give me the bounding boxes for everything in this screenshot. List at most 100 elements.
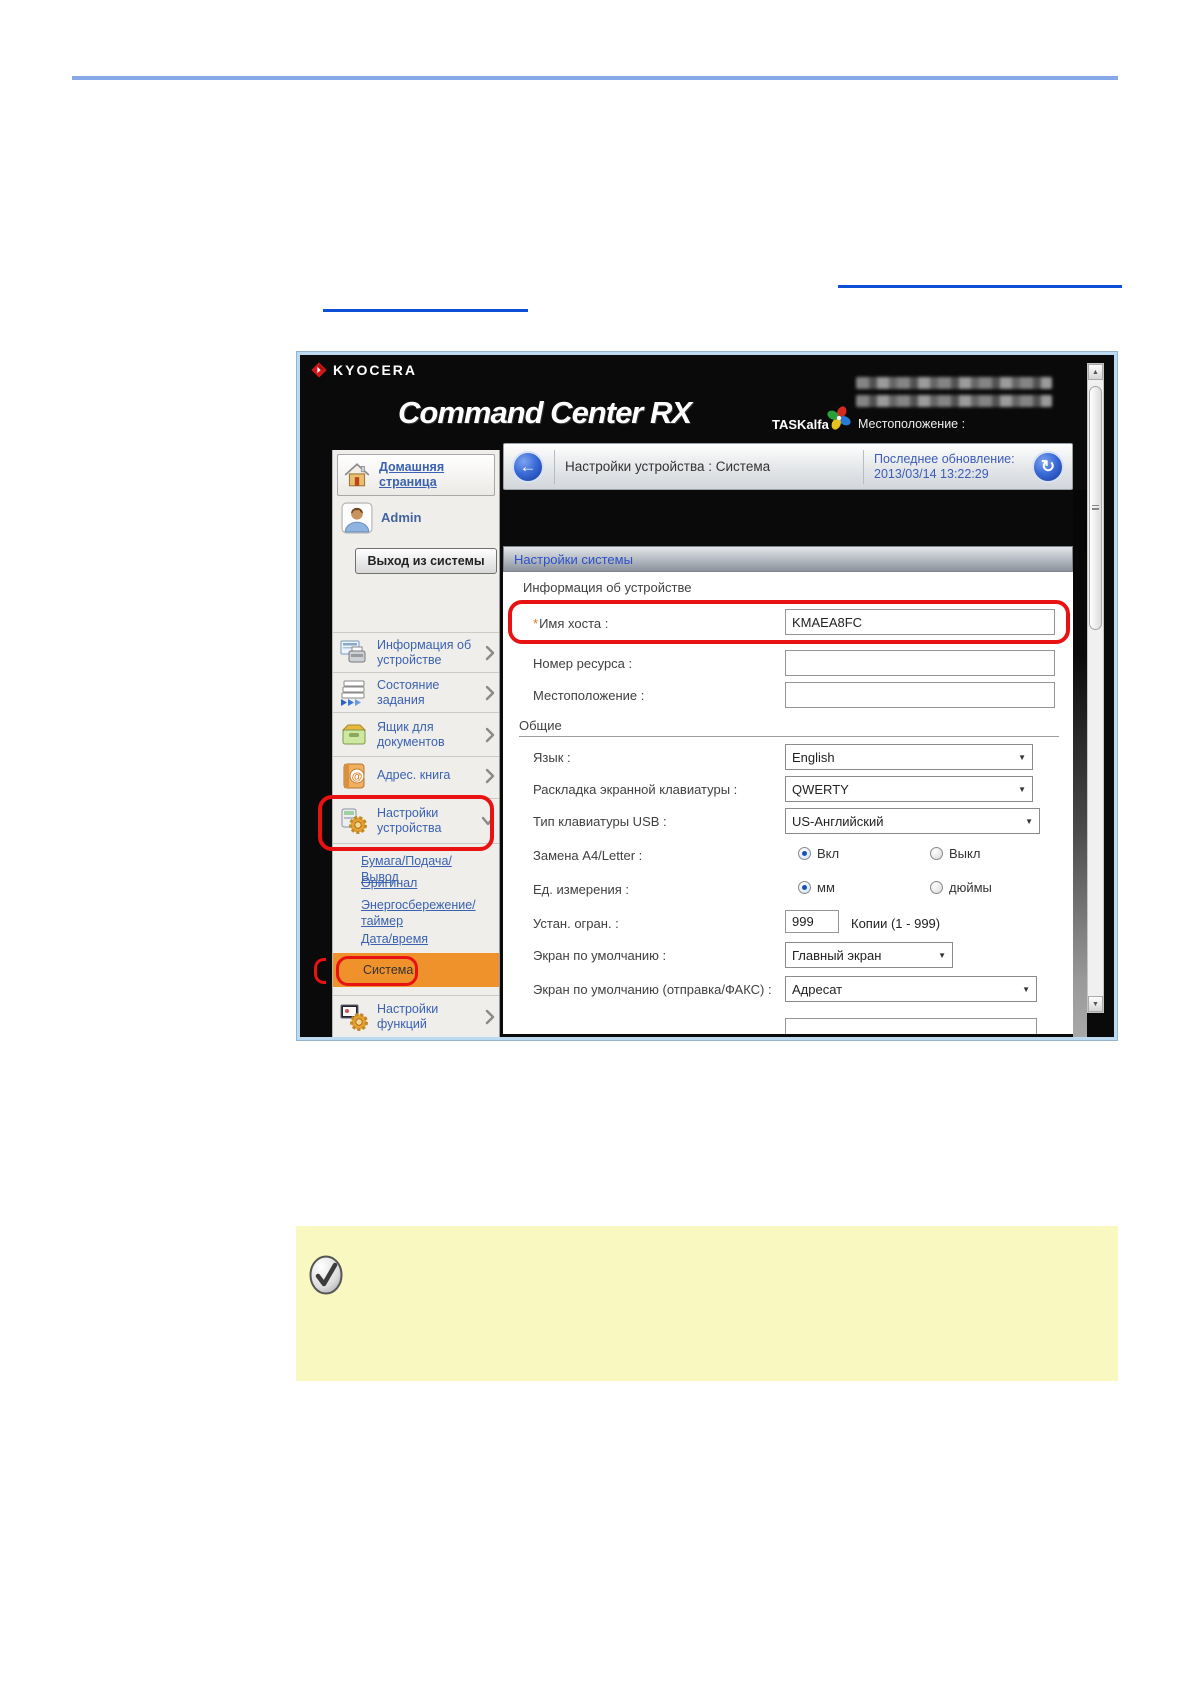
default-screen-select[interactable]: Главный экран ▼ xyxy=(785,942,953,968)
sidebar-item-label: Состояние задания xyxy=(377,678,481,708)
scroll-up-button[interactable]: ▲ xyxy=(1088,364,1103,380)
limit-suffix: Копии (1 - 999) xyxy=(851,916,940,931)
limit-label: Устан. огран. : xyxy=(533,916,619,931)
a4letter-off-option[interactable]: Выкл xyxy=(930,846,980,861)
panel-header: Настройки системы xyxy=(503,546,1073,572)
home-icon xyxy=(343,461,371,489)
sidebar-item-device-info[interactable]: Информация об устройстве xyxy=(333,632,499,672)
last-update-label: Последнее обновление: xyxy=(874,452,1032,467)
user-avatar xyxy=(341,502,373,534)
language-select[interactable]: English ▼ xyxy=(785,744,1033,770)
manual-page: KYOCERA Command Center RX TASKalfa Место… xyxy=(0,0,1190,1684)
redacted-text xyxy=(856,377,1052,389)
chevron-right-icon xyxy=(485,685,495,701)
radio-selected-icon xyxy=(798,847,811,860)
sidebar-sublink-original[interactable]: Оригинал xyxy=(361,875,489,891)
scrollbar-grip xyxy=(1092,505,1099,510)
back-arrow-icon: ← xyxy=(520,457,537,477)
location-label: Местоположение : xyxy=(533,688,644,703)
model-name: TASKalfa xyxy=(772,417,829,432)
sidebar-sublink-datetime[interactable]: Дата/время xyxy=(361,931,489,947)
dropdown-arrow-icon: ▼ xyxy=(1022,985,1030,994)
units-inch-label: дюймы xyxy=(949,880,992,895)
toolbar-title: Настройки устройства : Система xyxy=(565,459,770,474)
last-update: Последнее обновление: 2013/03/14 13:22:2… xyxy=(874,452,1032,482)
sidebar-item-address-book[interactable]: @ Адрес. книга xyxy=(333,756,499,794)
location-input[interactable] xyxy=(785,682,1055,708)
default-screen-label: Экран по умолчанию : xyxy=(533,948,666,963)
sidebar-item-label: Адрес. книга xyxy=(377,768,481,783)
redacted-text xyxy=(856,395,1052,407)
sidebar-home-label: Домашняя страница xyxy=(379,460,479,490)
radio-icon xyxy=(930,881,943,894)
sidebar-sublink-energy[interactable]: Энергосбережение/таймер xyxy=(361,897,487,929)
pinwheel-icon xyxy=(826,405,852,431)
language-label: Язык : xyxy=(533,750,571,765)
page-background-strip xyxy=(1073,490,1087,1037)
sidebar-item-document-box[interactable]: Ящик для документов xyxy=(333,712,499,756)
chevron-right-icon xyxy=(485,645,495,661)
scrollbar-thumb[interactable] xyxy=(1089,386,1102,630)
kyocera-mark-icon xyxy=(310,361,328,379)
scroll-down-button[interactable]: ▼ xyxy=(1088,996,1103,1012)
radio-selected-icon xyxy=(798,881,811,894)
document-box-icon xyxy=(339,720,369,750)
link-underline[interactable] xyxy=(323,309,528,312)
section-divider xyxy=(519,736,1059,737)
check-note-icon xyxy=(308,1254,344,1296)
kb-layout-select[interactable]: QWERTY ▼ xyxy=(785,776,1033,802)
sidebar-item-function-settings[interactable]: Настройки функций xyxy=(333,995,499,1037)
kb-layout-label: Раскладка экранной клавиатуры : xyxy=(533,782,737,797)
product-title: Command Center RX xyxy=(398,395,691,431)
radio-icon xyxy=(930,847,943,860)
screenshot-window: KYOCERA Command Center RX TASKalfa Место… xyxy=(297,352,1117,1040)
toolbar-divider xyxy=(554,450,555,484)
highlight-host-name xyxy=(508,600,1070,644)
chevron-right-icon xyxy=(485,1009,495,1025)
sidebar-user-name: Admin xyxy=(381,510,421,525)
highlight-system xyxy=(336,956,418,986)
job-status-icon xyxy=(339,678,369,708)
address-book-icon: @ xyxy=(339,761,369,791)
location-header-label: Местоположение : xyxy=(858,417,965,431)
brand-name: KYOCERA xyxy=(333,362,417,378)
clipped-next-field xyxy=(785,1018,1037,1034)
default-screen-value: Главный экран xyxy=(792,948,881,963)
a4letter-on-option[interactable]: Вкл xyxy=(798,846,839,861)
dropdown-arrow-icon: ▼ xyxy=(938,951,946,960)
last-update-time: 2013/03/14 13:22:29 xyxy=(874,467,1032,482)
asset-number-label: Номер ресурса : xyxy=(533,656,632,671)
back-button[interactable]: ← xyxy=(512,451,544,483)
sidebar-item-job-status[interactable]: Состояние задания xyxy=(333,672,499,712)
sidebar-item-label: Ящик для документов xyxy=(377,720,481,750)
usb-kb-select[interactable]: US-Английский ▼ xyxy=(785,808,1040,834)
units-inch-option[interactable]: дюймы xyxy=(930,880,992,895)
section-general: Общие xyxy=(519,718,562,733)
sidebar: Домашняя страница Admin Выход из системы xyxy=(332,450,500,1037)
highlight-device-settings xyxy=(318,795,494,851)
link-underline[interactable] xyxy=(838,285,1122,288)
panel-header-title: Настройки системы xyxy=(514,552,633,567)
sidebar-item-label: Настройки функций xyxy=(377,1002,481,1032)
refresh-icon: ↻ xyxy=(1041,457,1055,477)
refresh-button[interactable]: ↻ xyxy=(1032,451,1064,483)
vertical-scrollbar[interactable]: ▲ ▼ xyxy=(1087,363,1104,1013)
default-screen-fax-select[interactable]: Адресат ▼ xyxy=(785,976,1037,1002)
asset-number-input[interactable] xyxy=(785,650,1055,676)
a4letter-off-label: Выкл xyxy=(949,846,980,861)
units-mm-option[interactable]: мм xyxy=(798,880,835,895)
highlight-system-artifact xyxy=(314,958,326,984)
language-value: English xyxy=(792,750,835,765)
function-settings-icon xyxy=(339,1002,369,1032)
page-top-rule xyxy=(72,76,1118,80)
toolbar-divider xyxy=(863,450,864,484)
sidebar-item-home[interactable]: Домашняя страница xyxy=(337,454,495,496)
chevron-right-icon xyxy=(485,727,495,743)
sidebar-item-label: Информация об устройстве xyxy=(377,638,481,668)
usb-kb-value: US-Английский xyxy=(792,814,884,829)
a4letter-label: Замена A4/Letter : xyxy=(533,848,642,863)
logout-button[interactable]: Выход из системы xyxy=(355,548,497,574)
limit-input[interactable] xyxy=(785,910,839,933)
a4letter-on-label: Вкл xyxy=(817,846,839,861)
note-box xyxy=(296,1226,1118,1381)
